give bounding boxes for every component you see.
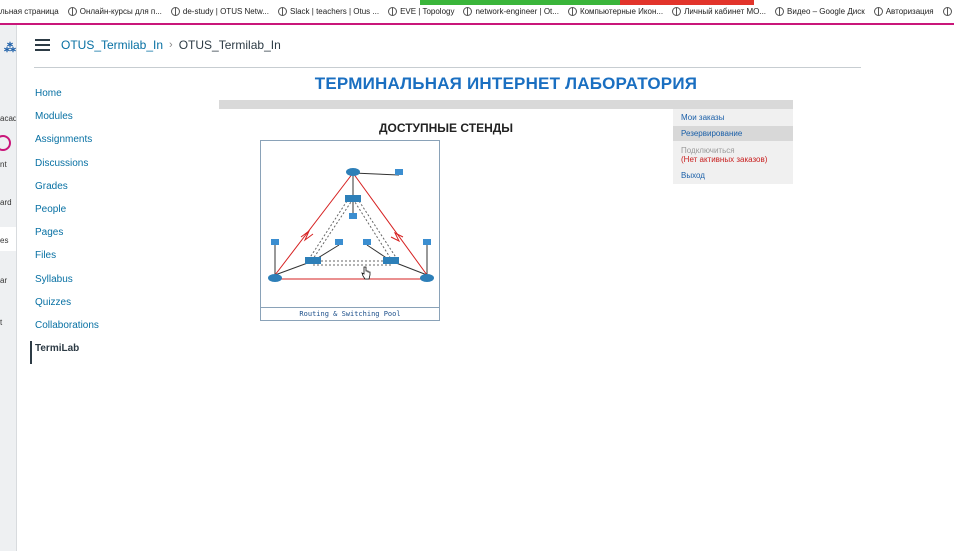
- course-nav-grades[interactable]: Grades: [30, 179, 180, 202]
- breadcrumb: OTUS_Termilab_In › OTUS_Termilab_In: [61, 38, 281, 52]
- bookmark-item[interactable]: Slack | teachers | Otus ...: [277, 7, 380, 16]
- globe-icon: [388, 7, 398, 16]
- chevron-right-icon: ›: [169, 39, 173, 51]
- stand-card-routing-switching[interactable]: Routing & Switching Pool: [260, 140, 440, 321]
- lab-title-strip: [219, 100, 793, 109]
- bookmark-label: Авторизация: [885, 7, 934, 16]
- header-divider: [34, 67, 861, 68]
- course-nav-assignments[interactable]: Assignments: [30, 132, 180, 155]
- bookmark-item[interactable]: EVE | Topology: [388, 7, 454, 16]
- globe-icon: [873, 7, 883, 16]
- rail-item-dashboard[interactable]: ard: [0, 198, 16, 207]
- course-nav-syllabus[interactable]: Syllabus: [30, 272, 180, 295]
- rail-item-academy[interactable]: acad: [0, 114, 16, 123]
- globe-icon: [67, 7, 77, 16]
- menu-toggle-icon[interactable]: [35, 39, 50, 51]
- globe-icon: [672, 7, 682, 16]
- course-nav-modules[interactable]: Modules: [30, 109, 180, 132]
- globe-icon: [775, 7, 785, 16]
- bookmark-item[interactable]: Компьютерные Икон...: [567, 7, 664, 16]
- rail-item-courses[interactable]: es: [0, 236, 16, 245]
- rail-item-help[interactable]: t: [0, 318, 16, 327]
- globe-icon: [567, 7, 577, 16]
- bookmark-item[interactable]: Онлайн-курсы для п...: [67, 7, 162, 16]
- course-nav-collaborations[interactable]: Collaborations: [30, 318, 180, 341]
- stand-caption: Routing & Switching Pool: [261, 307, 439, 320]
- bookmark-item[interactable]: льная страница: [0, 7, 59, 16]
- bookmark-label: network-engineer | Ot...: [475, 7, 559, 16]
- bookmark-label: EVE | Topology: [400, 7, 455, 16]
- course-nav-home[interactable]: Home: [30, 86, 180, 109]
- download-notification-bar: [420, 0, 620, 5]
- bookmark-label: Личный кабинет МО...: [684, 7, 767, 16]
- menu-exit[interactable]: Выход: [681, 171, 705, 180]
- bookmark-item[interactable]: Дистанционно: [942, 7, 954, 16]
- bookmark-label: Видео – Google Диск: [787, 7, 865, 16]
- rail-item-calendar[interactable]: ar: [0, 276, 16, 285]
- menu-no-active-orders: (Нет активных заказов): [681, 155, 768, 164]
- menu-my-orders[interactable]: Мои заказы: [681, 113, 724, 122]
- bookmark-item[interactable]: network-engineer | Ot...: [463, 7, 559, 16]
- hand-cursor-icon: [361, 266, 371, 280]
- bookmark-label: льная страница: [0, 7, 59, 16]
- course-navigation: Home Modules Assignments Discussions Gra…: [30, 86, 180, 365]
- bookmark-item[interactable]: Личный кабинет МО...: [672, 7, 766, 16]
- course-nav-people[interactable]: People: [30, 202, 180, 225]
- bookmark-item[interactable]: Видео – Google Диск: [775, 7, 865, 16]
- account-avatar-icon[interactable]: [0, 135, 11, 151]
- menu-reservation[interactable]: Резервирование: [681, 129, 742, 138]
- app-logo-icon[interactable]: ⁂: [4, 41, 16, 55]
- network-topology-diagram: [268, 168, 434, 282]
- course-nav-discussions[interactable]: Discussions: [30, 156, 180, 179]
- course-nav-termilab[interactable]: TermiLab: [30, 341, 180, 365]
- course-nav-quizzes[interactable]: Quizzes: [30, 295, 180, 318]
- global-nav-rail: ⁂ acad nt ard es ar t: [0, 25, 17, 551]
- course-nav-files[interactable]: Files: [30, 248, 180, 271]
- globe-icon: [942, 7, 952, 16]
- bookmark-item[interactable]: de-study | OTUS Netw...: [170, 7, 269, 16]
- lab-side-menu: Мои заказы Резервирование Подключиться (…: [673, 109, 793, 184]
- globe-icon: [277, 7, 287, 16]
- bookmark-item[interactable]: Авторизация: [873, 7, 934, 16]
- bookmark-label: Онлайн-курсы для п...: [79, 7, 162, 16]
- lab-title: ТЕРМИНАЛЬНАЯ ИНТЕРНЕТ ЛАБОРАТОРИЯ: [314, 74, 698, 93]
- bookmark-label: Slack | teachers | Otus ...: [289, 7, 380, 16]
- breadcrumb-current: OTUS_Termilab_In: [178, 38, 281, 52]
- menu-connect: Подключиться: [681, 146, 735, 155]
- available-stands-heading: ДОСТУПНЫЕ СТЕНДЫ: [378, 121, 514, 135]
- rail-item-account[interactable]: nt: [0, 160, 16, 169]
- globe-icon: [463, 7, 473, 16]
- bookmark-label: Компьютерные Икон...: [579, 7, 664, 16]
- course-nav-pages[interactable]: Pages: [30, 225, 180, 248]
- breadcrumb-course-link[interactable]: OTUS_Termilab_In: [61, 38, 163, 52]
- bookmark-label: de-study | OTUS Netw...: [182, 7, 269, 16]
- recording-indicator-bar: [620, 0, 754, 5]
- globe-icon: [170, 7, 180, 16]
